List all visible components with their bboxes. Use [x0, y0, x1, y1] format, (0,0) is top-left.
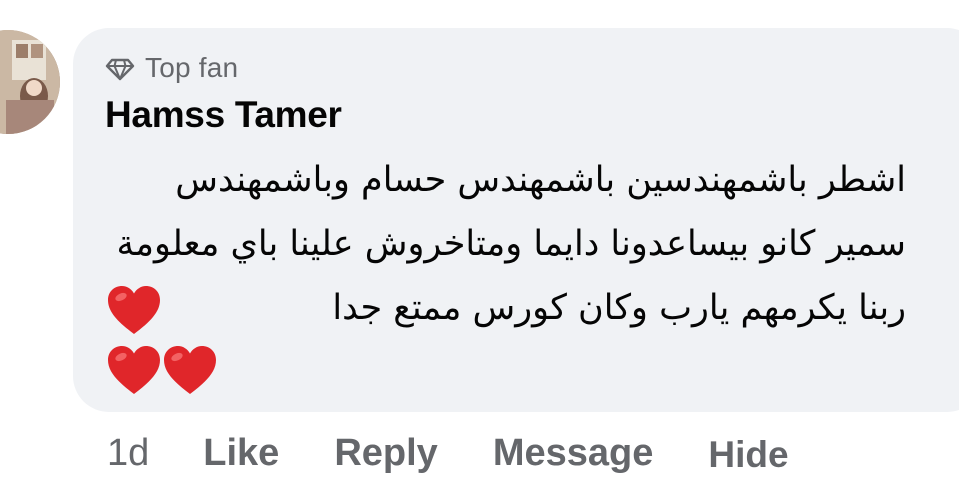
comment-actions: 1d Like Reply Message Hide — [107, 428, 844, 478]
top-fan-badge[interactable]: Top fan — [105, 50, 238, 86]
comment-emoji — [104, 284, 224, 400]
comment-thread: Top fan Hamss Tamer اشطر باشمهندسين باشم… — [0, 0, 959, 503]
reply-button[interactable]: Reply — [334, 432, 437, 475]
message-button[interactable]: Message — [493, 432, 654, 475]
badge-label: Top fan — [145, 52, 239, 83]
heart-emoji — [162, 344, 218, 396]
like-button[interactable]: Like — [203, 432, 279, 475]
heart-emoji — [106, 344, 162, 396]
avatar-photo — [0, 30, 60, 134]
comment-timestamp[interactable]: 1d — [107, 432, 149, 475]
heart-emoji — [106, 284, 162, 336]
author-avatar[interactable] — [0, 30, 60, 134]
author-name[interactable]: Hamss Tamer — [105, 94, 342, 136]
hide-button[interactable]: Hide — [708, 434, 788, 476]
diamond-icon — [105, 58, 135, 81]
